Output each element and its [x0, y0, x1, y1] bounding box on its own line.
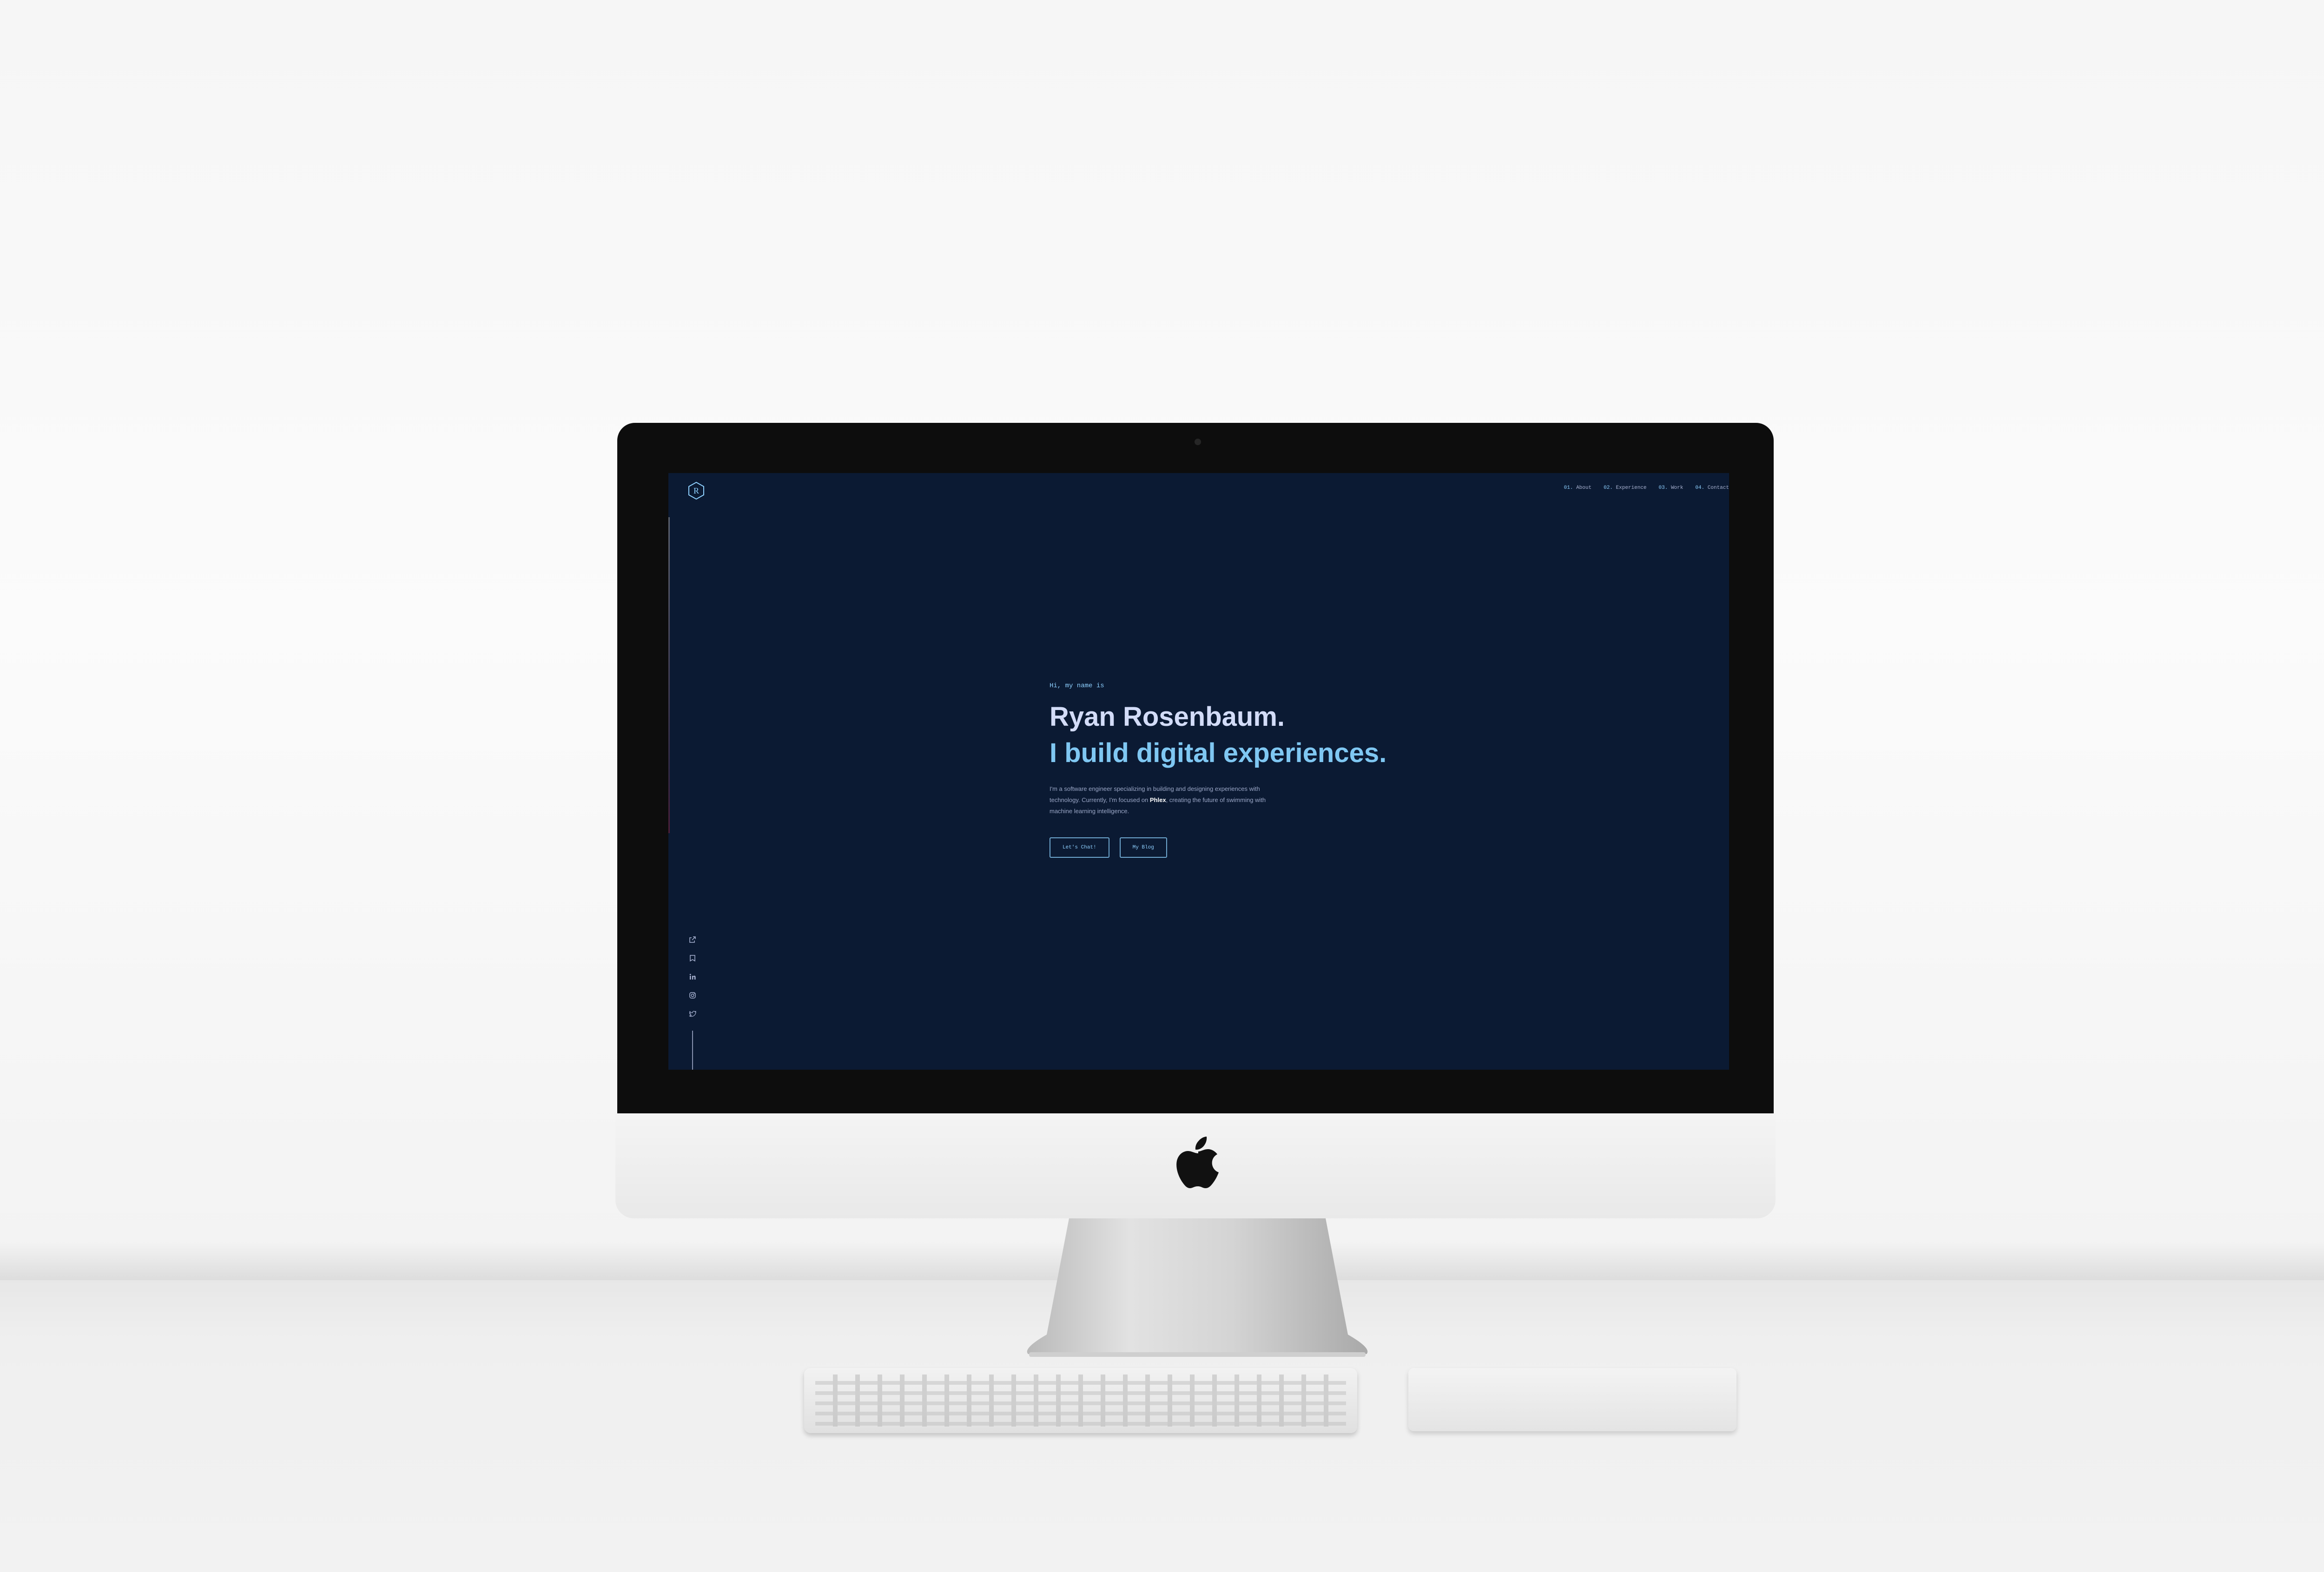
nav-label: Contact: [1707, 485, 1729, 491]
my-blog-button[interactable]: My Blog: [1119, 837, 1167, 858]
nav-item-work[interactable]: 03. Work: [1659, 485, 1684, 491]
nav-number: 02.: [1604, 485, 1613, 491]
linkedin-icon[interactable]: [688, 973, 697, 981]
twitter-icon[interactable]: [688, 1010, 697, 1018]
hero-buttons: Let's Chat! My Blog: [1050, 837, 1468, 858]
lets-chat-button[interactable]: Let's Chat!: [1050, 837, 1109, 858]
nav-number: 04.: [1695, 485, 1705, 491]
nav-item-contact[interactable]: 04. Contact: [1695, 485, 1729, 491]
screen-scroll-edge: [668, 517, 670, 833]
apple-logo-icon: [1176, 1137, 1219, 1188]
external-link-icon[interactable]: [688, 935, 697, 944]
keyboard-keys: [815, 1375, 1346, 1427]
logo-hexagon-icon[interactable]: R: [687, 481, 706, 500]
hero-section: Hi, my name is Ryan Rosenbaum. I build d…: [1050, 682, 1468, 858]
hero-tagline: I build digital experiences.: [1050, 738, 1387, 768]
top-navigation: 01. About 02. Experience 03. Work 04. Co…: [1564, 485, 1729, 491]
logo-letter: R: [693, 486, 699, 495]
nav-label: Experience: [1616, 485, 1647, 491]
nav-label: Work: [1670, 485, 1684, 491]
instagram-icon[interactable]: [688, 991, 697, 1000]
monitor-stand: [1027, 1218, 1368, 1357]
hero-greeting: Hi, my name is: [1050, 682, 1104, 690]
trackpad: [1408, 1368, 1736, 1431]
keyboard: [804, 1368, 1357, 1433]
hero-description: I'm a software engineer specializing in …: [1050, 783, 1282, 817]
nav-item-experience[interactable]: 02. Experience: [1604, 485, 1646, 491]
nav-number: 01.: [1564, 485, 1573, 491]
social-links: [687, 935, 698, 1018]
hero-name: Ryan Rosenbaum.: [1050, 702, 1285, 732]
nav-item-about[interactable]: 01. About: [1564, 485, 1591, 491]
nav-number: 03.: [1658, 485, 1668, 491]
website-screen: R 01. About 02. Experience 03. Work 04. …: [668, 473, 1729, 1070]
social-divider-line: [692, 1031, 693, 1070]
company-link[interactable]: Phlex: [1150, 796, 1166, 803]
nav-label: About: [1576, 485, 1592, 491]
camera: [1195, 439, 1201, 445]
bookmark-icon[interactable]: [688, 954, 697, 962]
